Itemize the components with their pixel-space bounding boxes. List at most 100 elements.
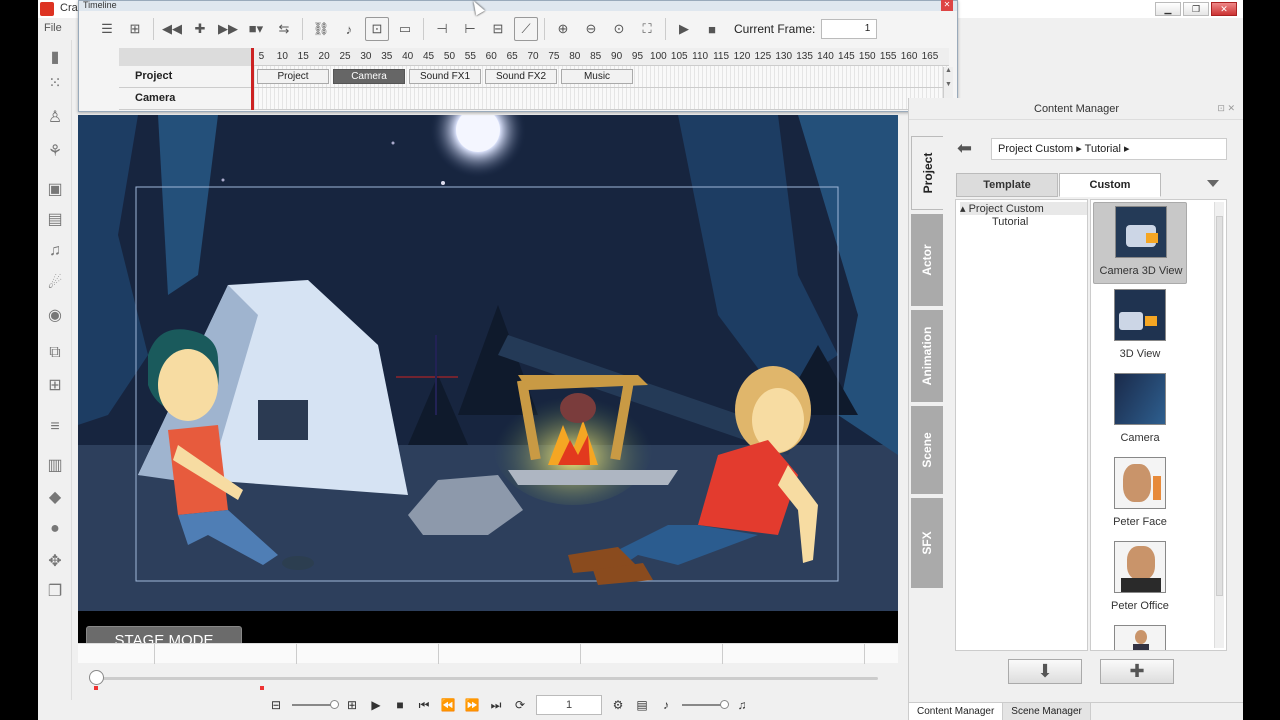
loop-icon[interactable]: ⟳ [512, 697, 528, 713]
track-lane[interactable] [251, 88, 949, 109]
new-file-icon[interactable]: ▮ [44, 46, 66, 68]
zoom-in-icon[interactable]: ⊞ [344, 697, 360, 713]
settings-icon[interactable]: ⚙ [610, 697, 626, 713]
music-icon[interactable]: ♫ [44, 240, 66, 262]
close-button[interactable]: ✕ [1211, 2, 1237, 16]
volume-high-icon[interactable]: ♫ [734, 697, 750, 713]
scrubber-handle[interactable] [89, 670, 104, 685]
3d-icon[interactable]: ≡ [44, 416, 66, 438]
timeline-play-icon[interactable]: ▶ [670, 17, 698, 41]
asset-camera[interactable]: Camera [1093, 370, 1187, 452]
next-key-icon[interactable]: ▶▶ [214, 17, 242, 41]
tab-project[interactable]: Project [257, 69, 329, 84]
asset-person[interactable] [1093, 622, 1187, 650]
breadcrumb[interactable]: Project Custom ▸ Tutorial ▸ [991, 138, 1227, 160]
render-icon[interactable]: ● [44, 518, 66, 540]
asset-camera-3d-view[interactable]: Camera 3D View [1093, 202, 1187, 284]
tab-sound-fx2[interactable]: Sound FX2 [485, 69, 557, 84]
remove-icon[interactable]: ⊢ [456, 17, 484, 41]
zoom-slider[interactable] [292, 700, 339, 709]
fullscreen-icon[interactable]: ⛶ [633, 17, 661, 41]
loop-range-icon[interactable]: ▭ [391, 17, 419, 41]
insert-icon[interactable]: ⊣ [428, 17, 456, 41]
curve-icon[interactable]: ⟋ [514, 17, 538, 41]
timeline-stop-icon[interactable]: ■ [698, 17, 726, 41]
stage-canvas[interactable] [78, 115, 898, 611]
track-list-icon[interactable]: ☰ [93, 17, 121, 41]
image-icon[interactable]: ▤ [44, 208, 66, 230]
asset-3d-view[interactable]: 3D View [1093, 286, 1187, 368]
split-icon[interactable]: ⊟ [484, 17, 512, 41]
key-menu-icon[interactable]: ■▾ [242, 17, 270, 41]
timeline-close-button[interactable]: ✕ [941, 0, 953, 11]
vtab-animation[interactable]: Animation [911, 310, 943, 402]
tab-content-manager[interactable]: Content Manager [909, 703, 1004, 720]
add-key-icon[interactable]: ✚ [186, 17, 214, 41]
volume-slider[interactable] [682, 700, 729, 709]
actor-icon[interactable]: ♙ [44, 106, 66, 128]
download-button[interactable]: ⬇ [1008, 659, 1082, 684]
next-frame-icon[interactable]: ⏩ [464, 697, 480, 713]
camera-icon[interactable]: ◆ [44, 486, 66, 508]
track-row-camera[interactable]: Camera × [119, 88, 949, 110]
minimize-button[interactable]: ▁ [1155, 2, 1181, 16]
align-icon[interactable]: ⊞ [44, 374, 66, 396]
add-button[interactable]: ✚ [1100, 659, 1174, 684]
first-frame-icon[interactable]: ⏮ [416, 697, 432, 713]
volume-low-icon[interactable]: ♪ [658, 697, 674, 713]
current-frame-input[interactable]: 1 [821, 19, 878, 39]
breadcrumb-item[interactable]: Tutorial [1085, 143, 1121, 155]
tab-camera[interactable]: Camera [333, 69, 405, 84]
add-track-icon[interactable]: ⊞ [121, 17, 149, 41]
frame-ruler[interactable]: 5 10 15 20 25 30 35 40 45 50 55 60 65 70 75 80 85 90 95 100… [251, 48, 949, 66]
link-icon[interactable]: ⛓ [307, 17, 335, 41]
breadcrumb-item[interactable]: Project Custom [998, 143, 1073, 155]
note-icon[interactable]: ♪ [335, 17, 363, 41]
tab-template[interactable]: Template [956, 173, 1058, 197]
layer-icon[interactable]: ⧉ [44, 342, 66, 364]
timeline-title[interactable]: Timeline [79, 1, 957, 11]
asset-scrollbar[interactable] [1214, 202, 1224, 648]
stop-icon[interactable]: ■ [392, 697, 408, 713]
script-icon[interactable]: ▥ [44, 454, 66, 476]
prev-frame-icon[interactable]: ⏪ [440, 697, 456, 713]
asset-peter-face[interactable]: Peter Face [1093, 454, 1187, 536]
vtab-project[interactable]: Project [911, 136, 943, 210]
last-frame-icon[interactable]: ⏭ [488, 697, 504, 713]
grid-icon[interactable]: ⁙ [44, 72, 66, 94]
dropdown-arrow-icon[interactable] [1207, 180, 1219, 187]
tab-scene-manager[interactable]: Scene Manager [1003, 703, 1091, 720]
move-icon[interactable]: ✥ [44, 550, 66, 572]
tree-item-project-custom[interactable]: ▴ Project Custom [960, 202, 1087, 215]
panel-controls-icon[interactable]: ⊡ ✕ [1217, 103, 1235, 114]
tab-custom[interactable]: Custom [1059, 173, 1161, 197]
panel-bottom-tabs: Content Manager Scene Manager [909, 702, 1243, 720]
playhead[interactable] [251, 48, 254, 110]
range-icon[interactable]: ⊡ [365, 17, 389, 41]
tab-music[interactable]: Music [561, 69, 633, 84]
back-arrow-icon[interactable]: ⬅ [957, 138, 972, 159]
copy-icon[interactable]: ❐ [44, 580, 66, 602]
play-icon[interactable]: ▶ [368, 697, 384, 713]
motion-icon[interactable]: ⇆ [270, 17, 298, 41]
tree-item-tutorial[interactable]: Tutorial [992, 216, 1028, 228]
resolution-icon[interactable]: ▤ [634, 697, 650, 713]
tab-sound-fx1[interactable]: Sound FX1 [409, 69, 481, 84]
text-icon[interactable]: ◉ [44, 304, 66, 326]
fx-icon[interactable]: ☄ [44, 272, 66, 294]
vtab-actor[interactable]: Actor [911, 214, 943, 306]
portrait-icon[interactable]: ▣ [44, 178, 66, 200]
zoom-out-icon[interactable]: ⊖ [577, 17, 605, 41]
zoom-in-icon[interactable]: ⊕ [549, 17, 577, 41]
prop-icon[interactable]: ⚘ [44, 140, 66, 162]
maximize-button[interactable]: ❐ [1183, 2, 1209, 16]
scrubber-track[interactable] [98, 677, 878, 680]
asset-peter-office[interactable]: Peter Office [1093, 538, 1187, 620]
menu-file[interactable]: File [44, 22, 62, 34]
vtab-scene[interactable]: Scene [911, 406, 943, 494]
previous-key-icon[interactable]: ◀◀ [158, 17, 186, 41]
vtab-sfx[interactable]: SFX [911, 498, 943, 588]
zoom-fit-icon[interactable]: ⊙ [605, 17, 633, 41]
zoom-out-icon[interactable]: ⊟ [268, 697, 284, 713]
playback-frame-field[interactable]: 1 [536, 695, 602, 715]
